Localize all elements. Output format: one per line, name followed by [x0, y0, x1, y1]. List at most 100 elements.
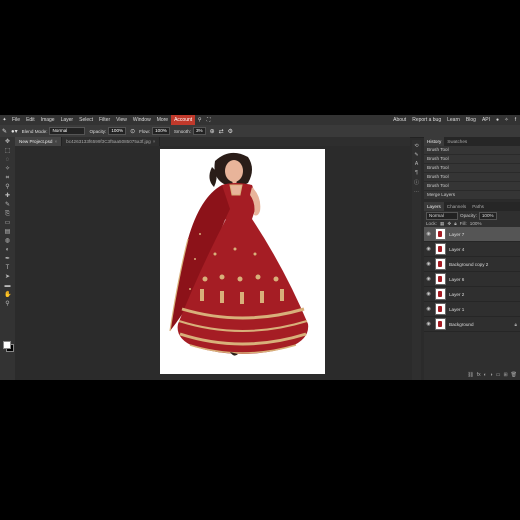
eye-icon[interactable]: ◉ [425, 306, 432, 312]
mask-icon[interactable]: ◐ [484, 372, 487, 380]
lasso-tool-icon[interactable]: ◌ [4, 157, 11, 164]
document-canvas[interactable] [160, 149, 325, 374]
history-item[interactable]: Merge Layers [424, 191, 520, 200]
blur-tool-icon[interactable]: ◍ [4, 238, 11, 245]
history-item[interactable]: Brush Tool [424, 146, 520, 155]
eye-icon[interactable]: ◉ [425, 291, 432, 297]
tab-image-file[interactable]: bc4263133f6599f3C3f5aa5085075a3f.jpg × [62, 137, 161, 146]
opacity-field[interactable]: 100% [108, 127, 127, 135]
menu-report-bug[interactable]: Report a bug [409, 115, 444, 125]
layer-row[interactable]: ◉ Background 🔒︎ [424, 317, 520, 332]
history-dock-icon[interactable]: ⟲ [412, 143, 421, 149]
text-tool-icon[interactable]: T [4, 265, 11, 272]
move-tool-icon[interactable]: ✥ [4, 139, 11, 146]
effects-icon[interactable]: fx [477, 372, 481, 380]
menu-view[interactable]: View [113, 115, 130, 125]
menu-file[interactable]: File [9, 115, 23, 125]
tab-paths[interactable]: Paths [469, 202, 487, 211]
history-item[interactable]: Brush Tool [424, 182, 520, 191]
tab-new-project[interactable]: New Project.psd × [15, 137, 63, 146]
new-layer-icon[interactable]: ⊞ [503, 372, 507, 380]
adjustment-icon[interactable]: ◑ [490, 372, 493, 380]
layer-row[interactable]: ◉ Layer 1 [424, 302, 520, 317]
layer-blend-select[interactable]: Normal [426, 211, 458, 220]
zoom-tool-icon[interactable]: ⚲ [4, 301, 11, 308]
info-dock-icon[interactable]: ⓘ [412, 179, 421, 186]
settings-icon[interactable]: ⚙ [228, 128, 233, 135]
blend-mode-select[interactable]: Normal [49, 127, 86, 135]
folder-icon[interactable]: ▭ [496, 372, 501, 380]
smooth-field[interactable]: 3% [192, 127, 206, 135]
link-icon[interactable]: ⛓ [467, 372, 473, 380]
close-icon[interactable]: × [54, 139, 57, 144]
menu-filter[interactable]: Filter [96, 115, 113, 125]
eye-icon[interactable]: ◉ [425, 276, 432, 282]
eye-icon[interactable]: ◉ [425, 321, 432, 327]
gradient-tool-icon[interactable]: ▤ [4, 229, 11, 236]
eye-icon[interactable]: ◉ [425, 231, 432, 237]
menu-learn[interactable]: Learn [444, 115, 463, 125]
tab-channels[interactable]: Channels [444, 202, 469, 211]
brush-dock-icon[interactable]: ✎ [412, 152, 421, 158]
path-select-tool-icon[interactable]: ➤ [4, 274, 11, 281]
wand-tool-icon[interactable]: ✧ [4, 166, 11, 173]
search-icon[interactable]: ⚲ [197, 117, 203, 123]
menu-edit[interactable]: Edit [23, 115, 38, 125]
para-dock-icon[interactable]: ¶ [412, 170, 421, 176]
history-item[interactable]: Brush Tool [424, 155, 520, 164]
menu-image[interactable]: Image [38, 115, 58, 125]
lock-all-icon[interactable]: 🔒︎ [454, 221, 456, 226]
lock-position-icon[interactable]: ✥ [447, 221, 451, 227]
eye-icon[interactable]: ◉ [425, 246, 432, 252]
menu-account[interactable]: Account [171, 115, 196, 125]
menu-blog[interactable]: Blog [463, 115, 479, 125]
twitter-icon[interactable]: ✧ [504, 117, 510, 123]
menu-more[interactable]: More [154, 115, 171, 125]
menu-window[interactable]: Window [130, 115, 154, 125]
history-item[interactable]: Brush Tool [424, 164, 520, 173]
trash-icon[interactable]: 🗑︎ [511, 372, 517, 380]
brush-preset-icon[interactable]: ●▾ [11, 128, 18, 135]
tab-swatches[interactable]: Swatches [444, 137, 470, 146]
menu-select[interactable]: Select [76, 115, 96, 125]
flow-field[interactable]: 100% [152, 127, 170, 135]
dodge-tool-icon[interactable]: ◐ [4, 247, 11, 254]
layer-row[interactable]: ◉ Layer 6 [424, 272, 520, 287]
tab-layers[interactable]: Layers [424, 202, 444, 211]
fullscreen-icon[interactable]: ⛶ [206, 117, 212, 123]
facebook-icon[interactable]: f [513, 117, 519, 123]
layer-opacity-field[interactable]: 100% [478, 211, 497, 220]
foreground-color-swatch[interactable] [3, 341, 11, 349]
tab-history[interactable]: History [424, 137, 445, 146]
brush-tool-icon[interactable]: ✎ [2, 128, 7, 135]
clone-tool-icon[interactable]: ⎘ [4, 211, 11, 218]
css-dock-icon[interactable]: ⋯ [412, 189, 421, 195]
layer-row[interactable]: ◉ Layer 4 [424, 242, 520, 257]
char-dock-icon[interactable]: A [412, 161, 421, 167]
menu-about[interactable]: About [390, 115, 409, 125]
logo-icon[interactable]: ✦ [2, 117, 8, 123]
close-icon[interactable]: × [153, 139, 156, 144]
airbrush-icon[interactable]: ⊕ [210, 128, 215, 135]
eyedropper-tool-icon[interactable]: ⚲ [4, 184, 11, 191]
reddit-icon[interactable]: ● [495, 117, 501, 123]
hand-tool-icon[interactable]: ✋ [4, 292, 11, 299]
lock-pixels-icon[interactable]: ▦ [440, 221, 444, 227]
symmetry-icon[interactable]: ⇄ [219, 128, 224, 135]
layer-row[interactable]: ◉ Background copy 2 [424, 257, 520, 272]
layer-row[interactable]: ◉ Layer 2 [424, 287, 520, 302]
crop-tool-icon[interactable]: ⌗ [4, 175, 11, 182]
eraser-tool-icon[interactable]: ▭ [4, 220, 11, 227]
healing-tool-icon[interactable]: ✚ [4, 193, 11, 200]
menu-layer[interactable]: Layer [58, 115, 77, 125]
pen-tool-icon[interactable]: ✒ [4, 256, 11, 263]
shape-tool-icon[interactable]: ▬ [4, 283, 11, 290]
eye-icon[interactable]: ◉ [425, 261, 432, 267]
pressure-icon[interactable]: ⊙ [130, 128, 135, 135]
layer-row[interactable]: ◉ Layer 7 [424, 227, 520, 242]
brush-tool-icon[interactable]: ✎ [4, 202, 11, 209]
fill-value[interactable]: 100% [470, 221, 482, 226]
menu-api[interactable]: API [479, 115, 493, 125]
history-item[interactable]: Brush Tool [424, 173, 520, 182]
marquee-tool-icon[interactable]: ⬚ [4, 148, 11, 155]
